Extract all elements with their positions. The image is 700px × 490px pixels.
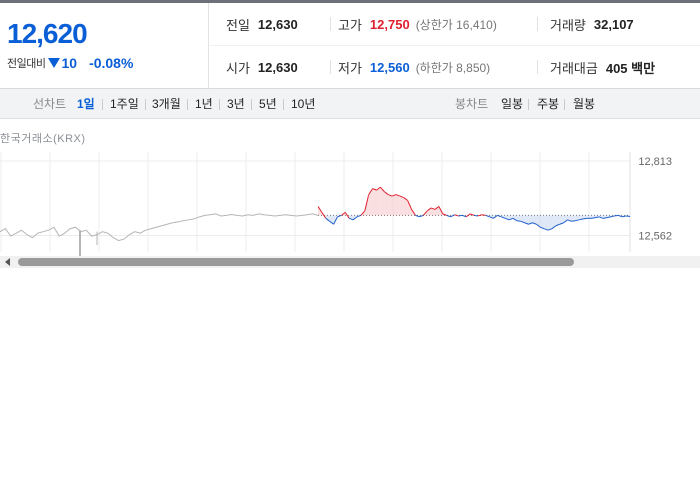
period-5y[interactable]: 5년 bbox=[259, 89, 277, 119]
live-line-segment bbox=[626, 215, 631, 218]
live-area-segment bbox=[399, 196, 404, 216]
live-line-segment bbox=[454, 214, 459, 217]
high-cell: 고가 12,750 (상한가 16,410) bbox=[338, 3, 497, 46]
scroll-left-arrow-icon[interactable] bbox=[3, 257, 13, 267]
divider bbox=[251, 99, 252, 110]
high-value: 12,750 bbox=[369, 17, 410, 32]
live-area-segment bbox=[376, 187, 381, 216]
divider bbox=[528, 99, 529, 110]
divider bbox=[145, 99, 146, 110]
live-area-segment bbox=[368, 188, 373, 216]
live-line-segment bbox=[590, 217, 595, 219]
live-area-segment bbox=[384, 191, 389, 216]
diff-rate: -0.08% bbox=[89, 55, 134, 71]
low-value: 12,560 bbox=[369, 60, 410, 75]
candle-daily[interactable]: 일봉 bbox=[501, 89, 523, 119]
amount-label: 거래대금 bbox=[550, 61, 598, 76]
chart-svg: 12,81312,56212,311 bbox=[0, 152, 672, 256]
live-area-segment bbox=[548, 215, 552, 231]
chart-scrollbar[interactable] bbox=[0, 256, 700, 268]
current-price: 12,620 bbox=[7, 18, 88, 49]
chart-period-bar: 선차트 1일 1주일 3개월 1년 3년 5년 10년 봉차트 일봉 주봉 월봉 bbox=[0, 89, 700, 119]
live-line-segment bbox=[481, 214, 486, 216]
open-label: 시가 bbox=[226, 61, 250, 76]
lower-limit: (하한가 8,850) bbox=[415, 61, 491, 75]
data-source: 한국거래소(KRX) bbox=[0, 133, 86, 145]
live-line-segment bbox=[477, 214, 482, 217]
amount-cell: 거래대금 405 백만 bbox=[550, 46, 655, 89]
quote-row-2: 시가 12,630 저가 12,560 (하한가 8,850) 거래대금 405… bbox=[210, 46, 700, 89]
period-1d[interactable]: 1일 bbox=[77, 89, 95, 119]
candle-chart-label: 봉차트 bbox=[455, 97, 489, 111]
divider bbox=[330, 60, 331, 74]
period-1w[interactable]: 1주일 bbox=[110, 89, 139, 119]
divider bbox=[330, 17, 331, 31]
period-3m[interactable]: 3개월 bbox=[152, 89, 181, 119]
low-label: 저가 bbox=[338, 61, 362, 76]
quote-info-grid: 전일 12,630 고가 12,750 (상한가 16,410) 거래량 32,… bbox=[210, 3, 700, 89]
volume-value: 32,107 bbox=[593, 17, 634, 32]
live-line-segment bbox=[571, 220, 576, 222]
candle-weekly[interactable]: 주봉 bbox=[537, 89, 559, 119]
divider bbox=[102, 99, 103, 110]
down-arrow-icon bbox=[48, 58, 61, 68]
live-line-segment bbox=[458, 214, 463, 217]
low-cell: 저가 12,560 (하한가 8,850) bbox=[338, 46, 490, 89]
volume-label: 거래량 bbox=[550, 18, 586, 33]
line-chart-label: 선차트 bbox=[33, 97, 67, 111]
live-line-segment bbox=[602, 217, 607, 219]
y-tick-label: 12,562 bbox=[638, 231, 672, 243]
live-area-segment bbox=[544, 215, 549, 231]
live-area-segment bbox=[396, 194, 400, 216]
prev-close-label: 전일 bbox=[226, 18, 250, 33]
high-label: 고가 bbox=[338, 18, 362, 33]
diff-value: 10 bbox=[61, 55, 78, 71]
period-3y[interactable]: 3년 bbox=[227, 89, 245, 119]
open-value: 12,630 bbox=[257, 60, 298, 75]
live-line-segment bbox=[473, 214, 478, 217]
live-area-segment bbox=[372, 188, 377, 216]
period-10y[interactable]: 10년 bbox=[291, 89, 315, 119]
scroll-thumb[interactable] bbox=[18, 258, 574, 266]
live-line-segment bbox=[583, 217, 588, 220]
live-line-segment bbox=[614, 214, 619, 217]
divider bbox=[537, 17, 538, 31]
open-cell: 시가 12,630 bbox=[226, 46, 298, 89]
quote-row-1: 전일 12,630 고가 12,750 (상한가 16,410) 거래량 32,… bbox=[210, 3, 700, 46]
diff-label: 전일대비 bbox=[7, 58, 46, 70]
stock-summary: 12,620 전일대비 10 -0.08% 전일 12,630 고가 12,75… bbox=[0, 3, 700, 89]
prev-close-cell: 전일 12,630 bbox=[226, 3, 298, 46]
y-tick-label: 12,813 bbox=[638, 156, 672, 168]
divider bbox=[537, 60, 538, 74]
amount-value: 405 백만 bbox=[605, 61, 656, 76]
divider bbox=[187, 99, 188, 110]
pre-market-series bbox=[0, 213, 319, 242]
divider bbox=[564, 99, 565, 110]
live-area-segment bbox=[540, 215, 545, 229]
period-1y[interactable]: 1년 bbox=[195, 89, 213, 119]
upper-limit: (상한가 16,410) bbox=[415, 18, 497, 32]
live-area-segment bbox=[388, 194, 393, 216]
candle-monthly[interactable]: 월봉 bbox=[573, 89, 595, 119]
volume-cell: 거래량 32,107 bbox=[550, 3, 634, 46]
live-area-segment bbox=[392, 194, 396, 216]
price-diff-row: 전일대비 10 -0.08% bbox=[7, 54, 133, 72]
intraday-chart: 12,81312,56212,311 bbox=[0, 148, 700, 256]
prev-close-value: 12,630 bbox=[257, 17, 298, 32]
divider bbox=[219, 99, 220, 110]
price-box: 12,620 전일대비 10 -0.08% bbox=[0, 3, 209, 89]
divider bbox=[283, 99, 284, 110]
live-line-segment bbox=[516, 220, 521, 222]
